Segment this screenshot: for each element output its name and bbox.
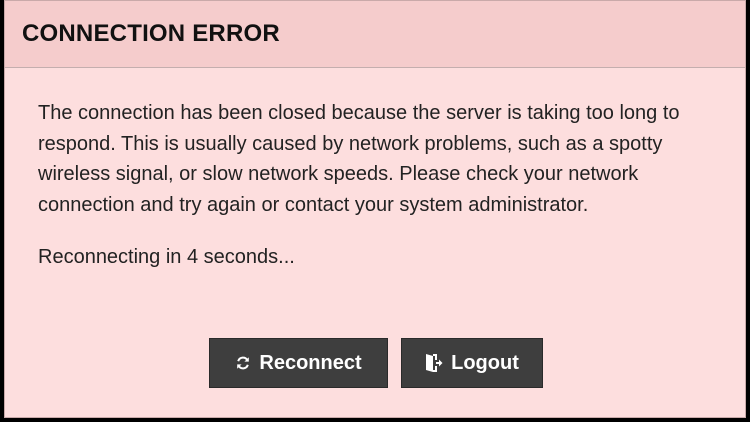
connection-error-dialog: CONNECTION ERROR The connection has been…: [4, 0, 746, 418]
dialog-title: CONNECTION ERROR: [22, 20, 280, 47]
reconnect-button[interactable]: Reconnect: [209, 338, 388, 388]
error-message: The connection has been closed because t…: [38, 102, 680, 216]
sign-out-icon: [425, 353, 443, 373]
refresh-icon: [235, 355, 251, 371]
dialog-header: CONNECTION ERROR: [5, 1, 745, 68]
logout-label: Logout: [451, 351, 519, 374]
dialog-actions: Reconnect Logout: [209, 338, 543, 388]
logout-button[interactable]: Logout: [401, 338, 543, 388]
reconnect-countdown: Reconnecting in 4 seconds...: [38, 246, 295, 268]
dialog-body: The connection has been closed because t…: [5, 68, 745, 269]
reconnect-label: Reconnect: [259, 351, 362, 374]
